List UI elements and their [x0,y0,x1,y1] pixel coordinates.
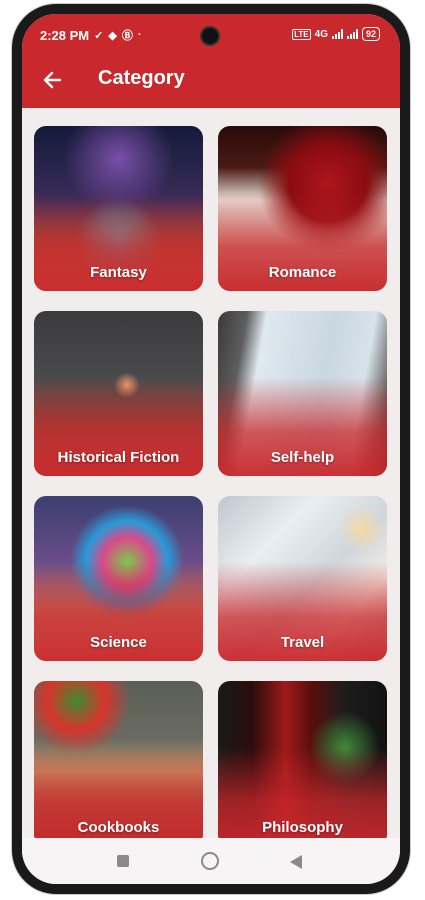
status-right: LTE 4G 92 [292,27,380,41]
category-card-romance[interactable]: Romance [218,126,387,291]
status-bar: 2:28 PM ✓ ◆ Ⓑ · LTE 4G 92 [22,14,400,54]
notification-b-icon: Ⓑ [121,30,133,42]
category-grid: Fantasy Romance Historical Fiction Self-… [34,126,388,846]
dropbox-icon: ◆ [108,29,117,42]
category-card-science[interactable]: Science [34,496,203,661]
category-card-cookbooks[interactable]: Cookbooks [34,681,203,846]
status-time: 2:28 PM [40,27,90,43]
signal-icon [331,29,343,39]
category-card-philosophy[interactable]: Philosophy [218,681,387,846]
category-card-self-help[interactable]: Self-help [218,311,387,476]
phone-frame: 2:28 PM ✓ ◆ Ⓑ · LTE 4G 92 Category Fanta… [12,4,410,894]
back-triangle-icon[interactable] [290,855,302,869]
battery-icon: 92 [361,27,380,41]
category-label: Historical Fiction [57,449,180,466]
back-arrow-icon[interactable] [38,66,66,94]
network-type: 4G [314,28,328,40]
category-label: Philosophy [262,819,343,836]
category-label: Science [90,634,147,651]
category-label: Fantasy [90,264,147,281]
page-title: Category [98,67,185,89]
category-label: Self-help [270,449,335,466]
category-card-travel[interactable]: Travel [218,496,387,661]
dot-icon: · [137,29,142,41]
front-camera [202,28,218,44]
recents-square-icon[interactable] [117,855,129,867]
category-label: Cookbooks [77,819,160,836]
app-bar: Category [22,54,400,108]
category-card-fantasy[interactable]: Fantasy [34,126,203,291]
volte-icon: LTE [292,28,311,40]
signal-2-icon [346,29,358,39]
category-label: Romance [268,264,337,281]
system-nav-bar [22,838,400,884]
category-label: Travel [280,634,325,651]
status-left: 2:28 PM ✓ ◆ Ⓑ · [40,27,142,43]
download-done-icon: ✓ [94,29,104,42]
home-circle-icon[interactable] [201,852,219,870]
category-card-historical-fiction[interactable]: Historical Fiction [34,311,203,476]
screen: 2:28 PM ✓ ◆ Ⓑ · LTE 4G 92 Category Fanta… [22,14,400,884]
